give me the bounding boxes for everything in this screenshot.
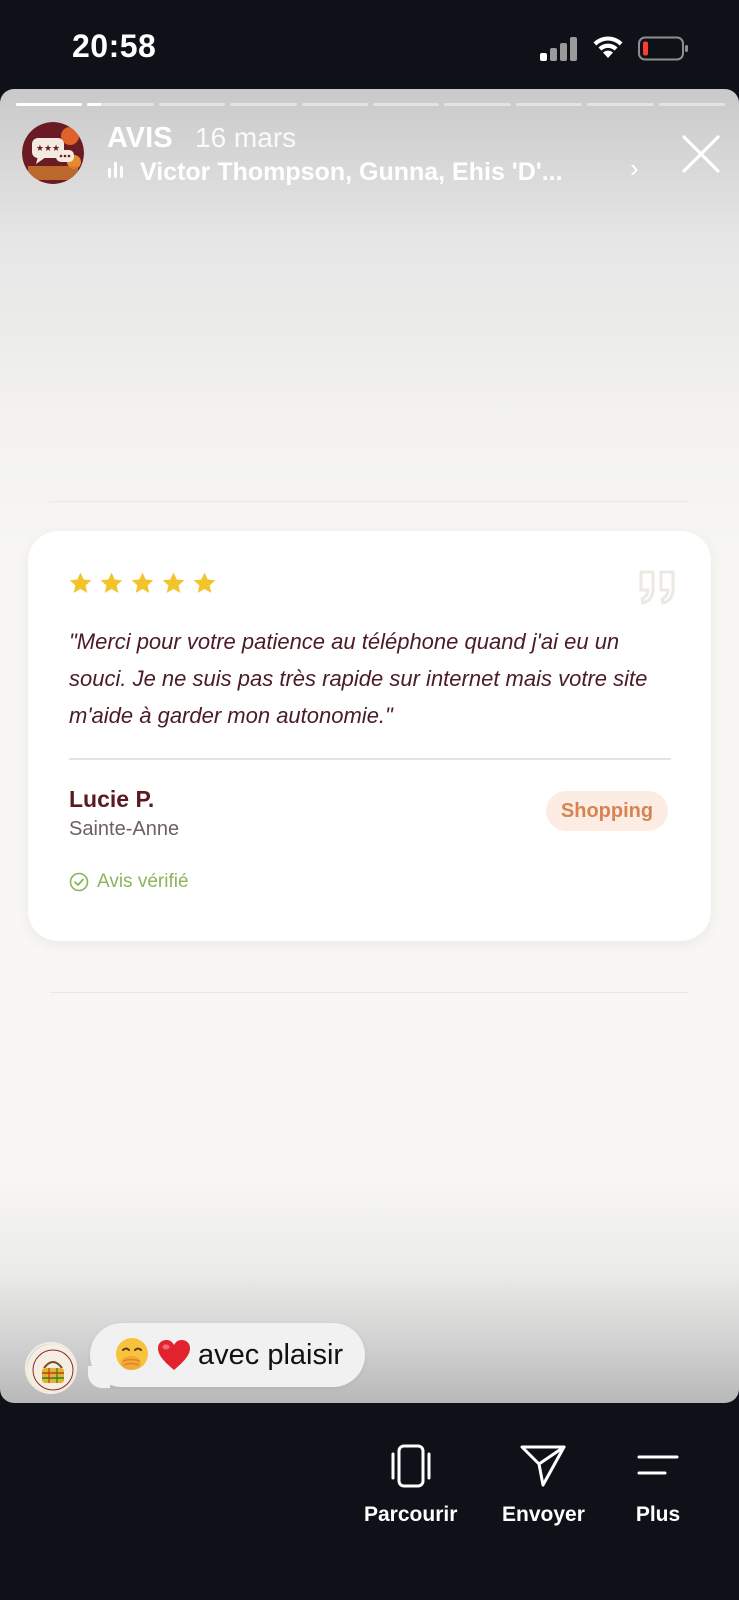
star-icon xyxy=(69,572,92,593)
battery-icon xyxy=(638,36,688,61)
card-divider xyxy=(69,758,671,760)
star-icon xyxy=(193,572,216,593)
progress-segment xyxy=(301,103,369,106)
progress-segment xyxy=(444,103,511,106)
send-paper-plane-icon xyxy=(520,1445,566,1487)
more-button[interactable]: Plus xyxy=(634,1443,682,1527)
hand-over-mouth-emoji-icon xyxy=(116,1338,148,1370)
music-track-text: Victor Thompson, Gunna, Ehis 'D'... xyxy=(140,157,563,186)
star-icon xyxy=(162,572,185,593)
account-avatar[interactable]: ★★★ xyxy=(22,122,84,184)
cellular-signal-icon xyxy=(540,37,578,61)
browse-button[interactable]: Parcourir xyxy=(364,1443,457,1527)
divider xyxy=(50,992,689,993)
wifi-icon xyxy=(593,36,623,58)
quote-icon xyxy=(639,570,675,605)
divider xyxy=(50,501,689,502)
progress-segment xyxy=(16,103,83,106)
category-badge: Shopping xyxy=(546,791,668,831)
send-button[interactable]: Envoyer xyxy=(502,1443,585,1527)
verified-badge: Avis vérifié xyxy=(69,871,189,893)
more-lines-icon xyxy=(637,1455,679,1475)
review-bubbles-icon: ★★★ xyxy=(22,122,84,184)
account-name[interactable]: AVIS xyxy=(107,122,173,155)
reviewer-location: Sainte-Anne xyxy=(69,818,180,840)
status-time: 20:58 xyxy=(72,28,157,64)
svg-text:★★★: ★★★ xyxy=(36,144,60,154)
progress-segment xyxy=(658,103,726,106)
check-circle-icon xyxy=(69,872,89,892)
progress-segment xyxy=(230,103,297,106)
send-label: Envoyer xyxy=(502,1503,585,1526)
browse-label: Parcourir xyxy=(364,1503,458,1526)
story-progress-bar xyxy=(16,103,726,107)
audio-bars-icon xyxy=(108,162,130,181)
bottom-action-bar: Parcourir Envoyer Plus xyxy=(0,1403,739,1600)
story-viewer[interactable]: ★★★ AVIS 16 mars Victor Thompson, Gunna,… xyxy=(0,89,739,1403)
star-icon xyxy=(131,572,154,593)
music-attribution[interactable]: Victor Thompson, Gunna, Ehis 'D'... xyxy=(108,155,563,189)
progress-segment xyxy=(158,103,226,106)
reply-text: avec plaisir xyxy=(198,1338,344,1371)
progress-segment xyxy=(87,103,154,106)
progress-segment xyxy=(373,103,440,106)
review-card: "Merci pour votre patience au téléphone … xyxy=(28,531,711,941)
reply-bubble[interactable]: avec plaisir xyxy=(88,1323,366,1388)
close-icon[interactable] xyxy=(680,133,722,175)
more-label: Plus xyxy=(635,1503,681,1526)
browse-cards-icon xyxy=(391,1444,431,1488)
replier-avatar[interactable] xyxy=(25,1342,77,1394)
post-date: 16 mars xyxy=(195,122,297,153)
status-bar: 20:58 xyxy=(0,0,739,90)
chevron-right-icon[interactable]: › xyxy=(630,153,639,184)
red-heart-icon xyxy=(158,1340,190,1370)
rating-stars xyxy=(68,571,217,596)
star-icon xyxy=(100,572,123,593)
reviewer-name: Lucie P. xyxy=(69,786,155,812)
progress-segment xyxy=(587,103,654,106)
progress-segment xyxy=(515,103,583,106)
review-quote: "Merci pour votre patience au téléphone … xyxy=(69,629,648,728)
verified-label: Avis vérifié xyxy=(97,871,189,892)
